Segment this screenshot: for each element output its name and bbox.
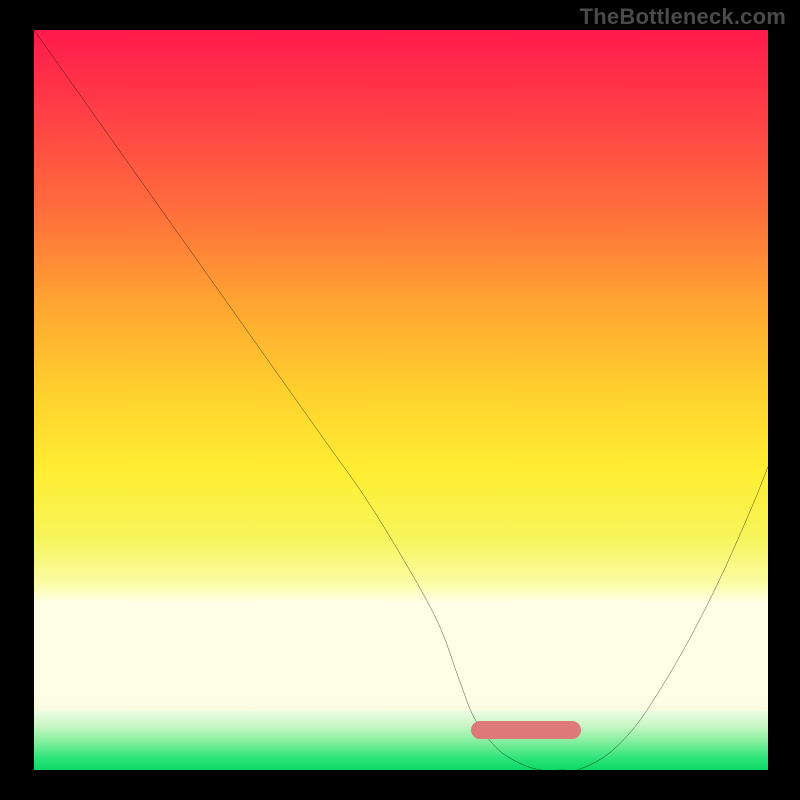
bottleneck-curve bbox=[34, 30, 768, 770]
plot-area bbox=[34, 30, 768, 770]
watermark-label: TheBottleneck.com bbox=[580, 4, 786, 30]
optimal-range-marker bbox=[471, 721, 581, 739]
chart-frame: TheBottleneck.com bbox=[0, 0, 800, 800]
